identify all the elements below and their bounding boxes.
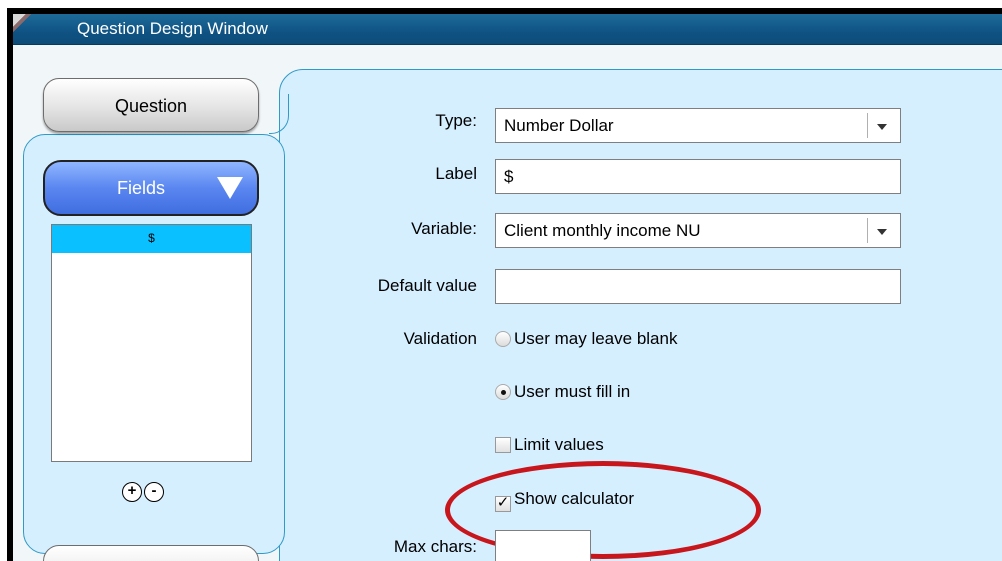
label-input-value: $ [504,167,514,186]
window-title: Question Design Window [77,19,268,38]
remove-field-button[interactable]: - [144,482,164,502]
validation-label: Validation [403,329,477,348]
validation-option-label: User may leave blank [514,329,678,348]
variable-select[interactable]: Client monthly income NU [495,213,901,248]
validation-option-label: User must fill in [514,382,631,401]
dropdown-triangle-icon [217,177,243,199]
type-label: Type: [435,111,477,130]
window-corner-icon [13,14,53,44]
fields-list[interactable]: $ [51,224,252,462]
validation-option-may-leave-blank[interactable]: User may leave blank [495,329,677,349]
validation-option-must-fill-in[interactable]: User must fill in [495,382,630,402]
max-chars-label: Max chars: [393,537,477,556]
fields-tab-button[interactable]: Fields [43,160,259,216]
list-item[interactable]: $ [52,225,251,253]
show-calculator-label: Show calculator [514,489,635,508]
chevron-down-icon[interactable] [867,218,896,243]
screenshot-frame: Question Design Window Question Fields $… [7,8,1002,561]
label-label: Label [435,164,477,183]
show-calculator-checkbox[interactable]: ✓ Show calculator [495,489,634,512]
checkmark-icon[interactable]: ✓ [495,495,511,512]
radio-selected-icon[interactable] [495,384,511,400]
limit-values-label: Limit values [514,435,604,454]
label-input[interactable]: $ [495,159,901,194]
max-chars-input[interactable] [495,530,591,561]
radio-unselected-icon[interactable] [495,331,511,347]
title-bar: Question Design Window [13,14,1002,45]
question-tab-button[interactable]: Question [43,78,259,132]
default-value-label: Default value [377,276,477,295]
chevron-down-icon[interactable] [867,113,896,138]
checkbox-unchecked-icon[interactable] [495,437,511,453]
variable-label: Variable: [411,219,477,238]
type-select[interactable]: Number Dollar [495,108,901,143]
limit-values-checkbox[interactable]: Limit values [495,435,604,455]
fields-tab-label: Fields [117,178,166,198]
type-value: Number Dollar [504,116,614,135]
add-field-button[interactable]: + [122,482,142,502]
variable-value: Client monthly income NU [504,221,701,240]
next-tab-button[interactable] [43,545,259,561]
question-design-window: Question Design Window Question Fields $… [13,14,1002,561]
default-value-input[interactable] [495,269,901,304]
